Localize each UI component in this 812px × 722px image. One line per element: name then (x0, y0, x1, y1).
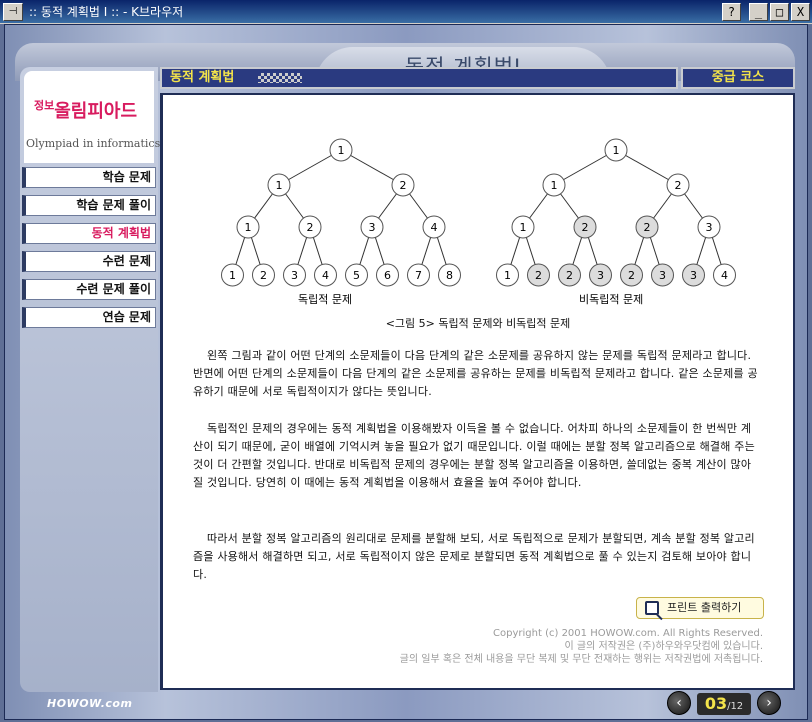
left-tree-node-label: 8 (446, 269, 453, 282)
right-tree-node-label: 3 (690, 269, 697, 282)
minimize-button[interactable]: _ (749, 2, 768, 21)
left-tree-node-label: 5 (353, 269, 360, 282)
left-tree-node-label: 4 (431, 221, 438, 234)
right-tree-node-label: 1 (504, 269, 511, 282)
left-tree-node-label: 2 (307, 221, 314, 234)
right-tree-node-label: 2 (566, 269, 573, 282)
content-panel: 1 1 2 1 2 3 4 1 2 3 4 5 6 7 8 1 1 2 1 2 2 3 1 2 2 3 2 3 3 4 독립적 문제 비독… (160, 93, 795, 690)
sidebar: 정보올림피아드 Olympiad in informatics 학습 문제 학습… (20, 67, 160, 692)
dependent-label: 비독립적 문제 (579, 293, 644, 306)
paragraph-3: 따라서 분할 정복 알고리즘의 원리대로 문제를 분할해 보되, 서로 독립적으… (193, 532, 755, 581)
section-title: 동적 계획법 (170, 70, 235, 85)
left-tree-node-label: 1 (276, 179, 283, 192)
left-tree-node-label: 7 (415, 269, 422, 282)
copyright-line-2: 이 글의 저작권은 (주)하우와우닷컴에 있습니다. (564, 641, 764, 652)
right-tree-node-label: 3 (706, 221, 713, 234)
checker-pattern (258, 73, 302, 83)
right-tree-node-label: 3 (597, 269, 604, 282)
figure-caption: <그림 5> 독립적 문제와 비독립적 문제 (385, 317, 571, 330)
sidebar-item-training-solution[interactable]: 수련 문제 풀이 (22, 279, 156, 300)
left-tree-node-label: 3 (291, 269, 298, 282)
next-page-button[interactable]: › (757, 691, 781, 715)
app-frame: 동적 계획법I 정보올림피아드 Olympiad in informatics … (4, 24, 808, 720)
section-title-bar: 동적 계획법 (160, 67, 678, 89)
logo-main: 올림피아드 (54, 101, 138, 122)
right-tree-node-label: 2 (628, 269, 635, 282)
total-pages: /12 (727, 701, 744, 712)
independent-label: 독립적 문제 (298, 293, 353, 306)
logo-subtitle: Olympiad in informatics (26, 137, 161, 150)
help-button[interactable]: ? (722, 2, 741, 21)
sidebar-item-dynamic-programming[interactable]: 동적 계획법 (22, 223, 156, 244)
logo-text: 정보올림피아드 (34, 97, 137, 123)
copyright-line-1: Copyright (c) 2001 HOWOW.com. All Rights… (493, 628, 763, 639)
sidebar-item-study-solution[interactable]: 학습 문제 풀이 (22, 195, 156, 216)
page-counter: 03/12 (697, 693, 751, 715)
left-tree-node-label: 6 (384, 269, 391, 282)
right-tree-node-label: 3 (659, 269, 666, 282)
left-tree-node-label: 2 (260, 269, 267, 282)
left-tree-node-label: 3 (369, 221, 376, 234)
prev-page-button[interactable]: ‹ (667, 691, 691, 715)
right-tree-node-label: 1 (613, 144, 620, 157)
current-page: 03 (704, 694, 728, 713)
right-tree-node-label: 1 (551, 179, 558, 192)
left-tree-node-label: 2 (400, 179, 407, 192)
pin-icon[interactable]: ⊣ (3, 2, 23, 21)
copyright-notice: Copyright (c) 2001 HOWOW.com. All Rights… (400, 627, 763, 666)
sidebar-item-exercise[interactable]: 연습 문제 (22, 307, 156, 328)
left-tree-node-label: 1 (245, 221, 252, 234)
tree-figure: 1 1 2 1 2 3 4 1 2 3 4 5 6 7 8 1 1 2 1 2 2 3 1 2 2 3 2 3 3 4 (221, 138, 736, 287)
olympiad-logo: 정보올림피아드 Olympiad in informatics (24, 71, 160, 163)
logo-prefix: 정보 (34, 99, 55, 112)
howow-logo: HOWOW.com (47, 697, 133, 710)
left-tree-node-label: 1 (338, 144, 345, 157)
course-label: 중급 코스 (681, 67, 795, 89)
copyright-line-3: 글의 일부 혹은 전체 내용을 무단 복제 및 무단 전재하는 행위는 저작권법… (399, 654, 763, 665)
right-tree-node-label: 1 (520, 221, 527, 234)
print-button[interactable]: 프린트 출력하기 (636, 597, 764, 619)
right-tree-node-label: 2 (535, 269, 542, 282)
right-tree-node-label: 2 (675, 179, 682, 192)
right-tree-node-label: 2 (644, 221, 651, 234)
left-tree-node-label: 4 (322, 269, 329, 282)
sidebar-item-study-problem[interactable]: 학습 문제 (22, 167, 156, 188)
maximize-button[interactable]: □ (770, 2, 789, 21)
print-button-label: 프린트 출력하기 (667, 601, 742, 614)
pager: ‹ 03/12 › (667, 691, 787, 717)
right-tree-node-label: 2 (582, 221, 589, 234)
sidebar-nav: 학습 문제 학습 문제 풀이 동적 계획법 수련 문제 수련 문제 풀이 연습 … (22, 167, 156, 335)
paragraph-2: 독립적인 문제의 경우에는 동적 계획법을 이용해봤자 이득을 볼 수 없습니다… (193, 422, 755, 489)
close-button[interactable]: X (791, 2, 810, 21)
left-tree-node-label: 1 (229, 269, 236, 282)
window-title-bar[interactable]: ⊣ :: 동적 계획법 I :: - K브라우저 ? _ □ X (0, 0, 812, 24)
sidebar-item-training-problem[interactable]: 수련 문제 (22, 251, 156, 272)
right-tree-node-label: 4 (721, 269, 728, 282)
magnifier-icon (645, 601, 659, 615)
paragraph-1: 왼쪽 그림과 같이 어떤 단계의 소문제들이 다음 단계의 같은 소문제를 공유… (193, 349, 758, 398)
window-title: :: 동적 계획법 I :: - K브라우저 (29, 5, 184, 19)
